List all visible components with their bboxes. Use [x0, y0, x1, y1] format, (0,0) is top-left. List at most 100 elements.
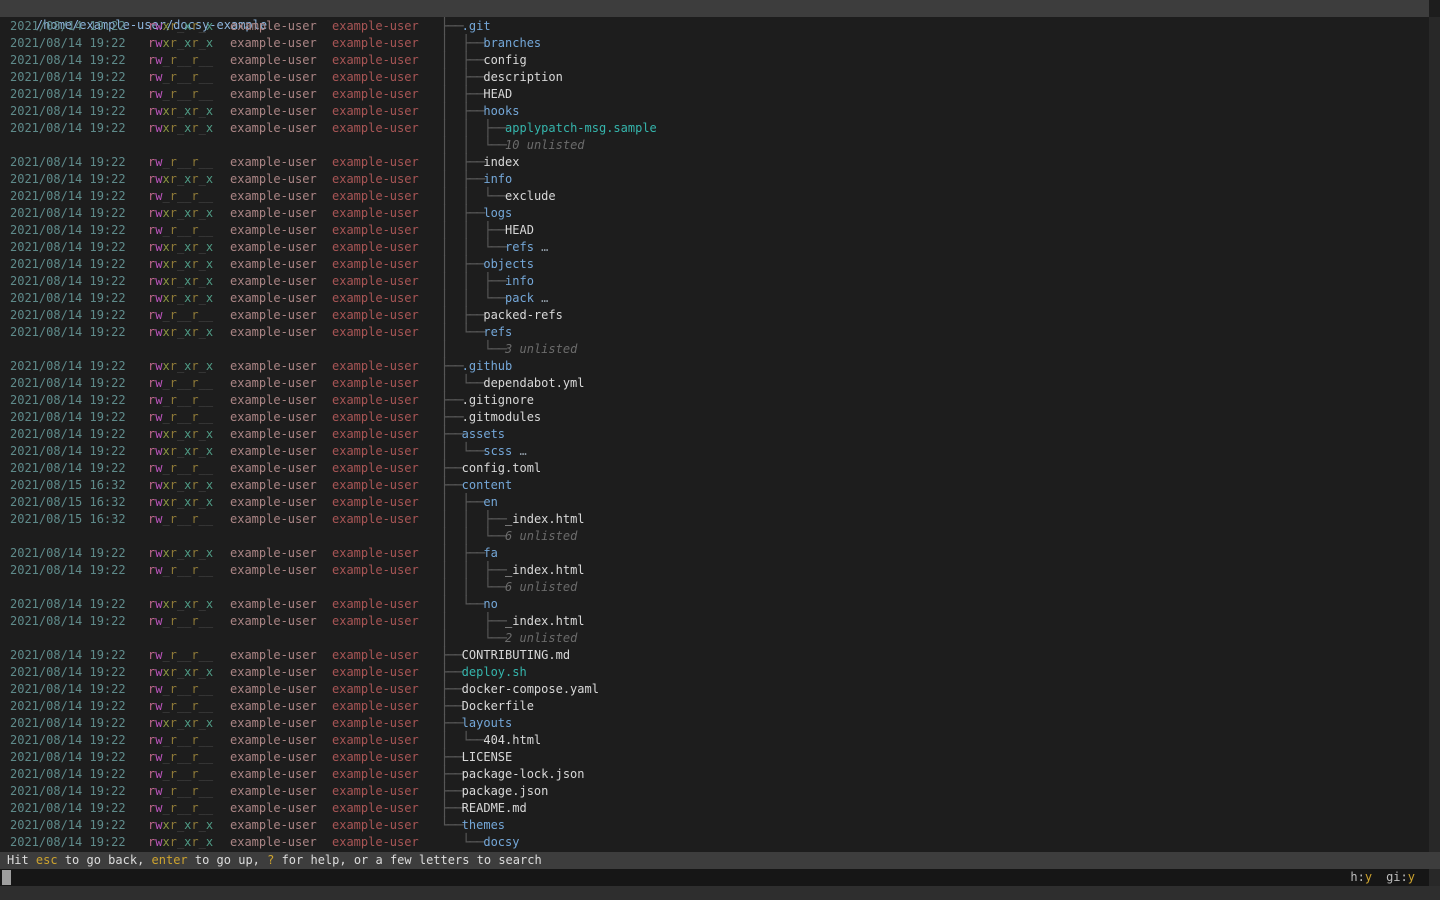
file-name[interactable]: .gitmodules [462, 409, 541, 426]
tree-row[interactable]: 2021/08/14 19:22rwxr_xr_xexample-userexa… [0, 426, 1429, 443]
owner-name: example-user [230, 681, 317, 698]
file-name[interactable]: packed-refs [483, 307, 562, 324]
owner-name: example-user [230, 239, 317, 256]
directory-name[interactable]: fa [483, 545, 497, 562]
tree-row[interactable]: 2021/08/14 19:22rwxr_xr_xexample-userexa… [0, 664, 1429, 681]
tree-row[interactable]: 2021/08/14 19:22rw_r__r__example-userexa… [0, 188, 1429, 205]
tree-row[interactable]: 2021/08/14 19:22rwxr_xr_xexample-userexa… [0, 324, 1429, 341]
directory-name[interactable]: .git [462, 18, 491, 35]
tree-row[interactable]: 2021/08/14 19:22rw_r__r__example-userexa… [0, 460, 1429, 477]
directory-name[interactable]: .github [462, 358, 513, 375]
tree-row-unlisted: │ └──2 unlisted [0, 630, 1429, 647]
directory-name[interactable]: branches [483, 35, 541, 52]
directory-name[interactable]: en [483, 494, 497, 511]
directory-name[interactable]: objects [483, 256, 534, 273]
directory-name[interactable]: hooks [483, 103, 519, 120]
tree-row[interactable]: 2021/08/14 19:22rwxr_xr_xexample-userexa… [0, 205, 1429, 222]
tree-row[interactable]: 2021/08/14 19:22rwxr_xr_xexample-userexa… [0, 239, 1429, 256]
tree-row[interactable]: 2021/08/14 19:22rwxr_xr_xexample-userexa… [0, 817, 1429, 834]
tree-row[interactable]: 2021/08/14 19:22rw_r__r__example-userexa… [0, 783, 1429, 800]
tree-row[interactable]: 2021/08/14 19:22rw_r__r__example-userexa… [0, 375, 1429, 392]
tree-row[interactable]: 2021/08/14 19:22rw_r__r__example-userexa… [0, 154, 1429, 171]
tree-row[interactable]: 2021/08/14 19:22rwxr_xr_xexample-userexa… [0, 171, 1429, 188]
group-name: example-user [332, 273, 419, 290]
directory-name[interactable]: no [483, 596, 497, 613]
tree-row[interactable]: 2021/08/14 19:22rwxr_xr_xexample-userexa… [0, 358, 1429, 375]
executable-file-name[interactable]: deploy.sh [462, 664, 527, 681]
tree-row[interactable]: 2021/08/14 19:22rw_r__r__example-userexa… [0, 86, 1429, 103]
tree-row[interactable]: 2021/08/14 19:22rwxr_xr_xexample-userexa… [0, 18, 1429, 35]
tree-row[interactable]: 2021/08/14 19:22rw_r__r__example-userexa… [0, 307, 1429, 324]
file-name[interactable]: Dockerfile [462, 698, 534, 715]
tree-row[interactable]: 2021/08/14 19:22rw_r__r__example-userexa… [0, 222, 1429, 239]
tree-row[interactable]: 2021/08/14 19:22rwxr_xr_xexample-userexa… [0, 715, 1429, 732]
tree-branch-lines: │ │ ├── [440, 222, 505, 239]
tree-row[interactable]: 2021/08/14 19:22rw_r__r__example-userexa… [0, 613, 1429, 630]
file-name[interactable]: CONTRIBUTING.md [462, 647, 570, 664]
tree-row[interactable]: 2021/08/14 19:22rw_r__r__example-userexa… [0, 732, 1429, 749]
file-name[interactable]: config [483, 52, 526, 69]
directory-name[interactable]: docsy [483, 834, 519, 851]
file-name[interactable]: 404.html [483, 732, 541, 749]
executable-file-name[interactable]: applypatch-msg.sample [505, 120, 657, 137]
tree-branch-lines: │ ├── [440, 545, 483, 562]
tree-row[interactable]: 2021/08/15 16:32rwxr_xr_xexample-userexa… [0, 494, 1429, 511]
file-name[interactable]: package-lock.json [462, 766, 585, 783]
tree-row[interactable]: 2021/08/14 19:22rw_r__r__example-userexa… [0, 52, 1429, 69]
tree-row[interactable]: 2021/08/14 19:22rw_r__r__example-userexa… [0, 698, 1429, 715]
file-name[interactable]: dependabot.yml [483, 375, 584, 392]
owner-name: example-user [230, 205, 317, 222]
tree-row[interactable]: 2021/08/14 19:22rw_r__r__example-userexa… [0, 647, 1429, 664]
file-name[interactable]: README.md [462, 800, 527, 817]
directory-name[interactable]: pack [505, 290, 534, 307]
tree-row[interactable]: 2021/08/14 19:22rw_r__r__example-userexa… [0, 562, 1429, 579]
scrollbar-track[interactable] [1429, 17, 1440, 886]
directory-name[interactable]: info [483, 171, 512, 188]
modified-date: 2021/08/14 19:22 [10, 834, 126, 851]
file-name[interactable]: package.json [462, 783, 549, 800]
tree-row[interactable]: 2021/08/14 19:22rwxr_xr_xexample-userexa… [0, 443, 1429, 460]
directory-name[interactable]: content [462, 477, 513, 494]
tree-row[interactable]: 2021/08/14 19:22rw_r__r__example-userexa… [0, 392, 1429, 409]
file-name[interactable]: LICENSE [462, 749, 513, 766]
file-name[interactable]: _index.html [505, 613, 584, 630]
tree-row[interactable]: 2021/08/14 19:22rw_r__r__example-userexa… [0, 69, 1429, 86]
tree-row[interactable]: 2021/08/14 19:22rwxr_xr_xexample-userexa… [0, 596, 1429, 613]
directory-name[interactable]: logs [483, 205, 512, 222]
tree-row[interactable]: 2021/08/14 19:22rwxr_xr_xexample-userexa… [0, 120, 1429, 137]
file-name[interactable]: .gitignore [462, 392, 534, 409]
directory-name[interactable]: refs [505, 239, 534, 256]
file-name[interactable]: _index.html [505, 511, 584, 528]
tree-row[interactable]: 2021/08/14 19:22rwxr_xr_xexample-userexa… [0, 834, 1429, 851]
tree-row[interactable]: 2021/08/14 19:22rwxr_xr_xexample-userexa… [0, 545, 1429, 562]
file-name[interactable]: description [483, 69, 562, 86]
tree-row[interactable]: 2021/08/14 19:22rwxr_xr_xexample-userexa… [0, 103, 1429, 120]
tree-branch-lines: │ ├── [440, 307, 483, 324]
file-name[interactable]: index [483, 154, 519, 171]
tree-row[interactable]: 2021/08/14 19:22rw_r__r__example-userexa… [0, 681, 1429, 698]
tree-row[interactable]: 2021/08/14 19:22rw_r__r__example-userexa… [0, 409, 1429, 426]
directory-name[interactable]: layouts [462, 715, 513, 732]
directory-name[interactable]: info [505, 273, 534, 290]
tree-row[interactable]: 2021/08/14 19:22rwxr_xr_xexample-userexa… [0, 290, 1429, 307]
tree-row[interactable]: 2021/08/15 16:32rwxr_xr_xexample-userexa… [0, 477, 1429, 494]
directory-name[interactable]: refs [483, 324, 512, 341]
directory-name[interactable]: scss [483, 443, 512, 460]
tree-row[interactable]: 2021/08/14 19:22rwxr_xr_xexample-userexa… [0, 273, 1429, 290]
file-name[interactable]: exclude [505, 188, 556, 205]
tree-row[interactable]: 2021/08/14 19:22rw_r__r__example-userexa… [0, 800, 1429, 817]
tree-row[interactable]: 2021/08/15 16:32rw_r__r__example-userexa… [0, 511, 1429, 528]
file-name[interactable]: HEAD [505, 222, 534, 239]
search-input[interactable]: h:ygi:y [0, 869, 1429, 886]
tree-row[interactable]: 2021/08/14 19:22rw_r__r__example-userexa… [0, 749, 1429, 766]
file-name[interactable]: _index.html [505, 562, 584, 579]
tree-row[interactable]: 2021/08/14 19:22rwxr_xr_xexample-userexa… [0, 256, 1429, 273]
directory-name[interactable]: themes [462, 817, 505, 834]
file-name[interactable]: config.toml [462, 460, 541, 477]
file-name[interactable]: HEAD [483, 86, 512, 103]
tree-row[interactable]: 2021/08/14 19:22rwxr_xr_xexample-userexa… [0, 35, 1429, 52]
hint-key: gi: [1386, 870, 1408, 884]
tree-row[interactable]: 2021/08/14 19:22rw_r__r__example-userexa… [0, 766, 1429, 783]
file-name[interactable]: docker-compose.yaml [462, 681, 599, 698]
directory-name[interactable]: assets [462, 426, 505, 443]
